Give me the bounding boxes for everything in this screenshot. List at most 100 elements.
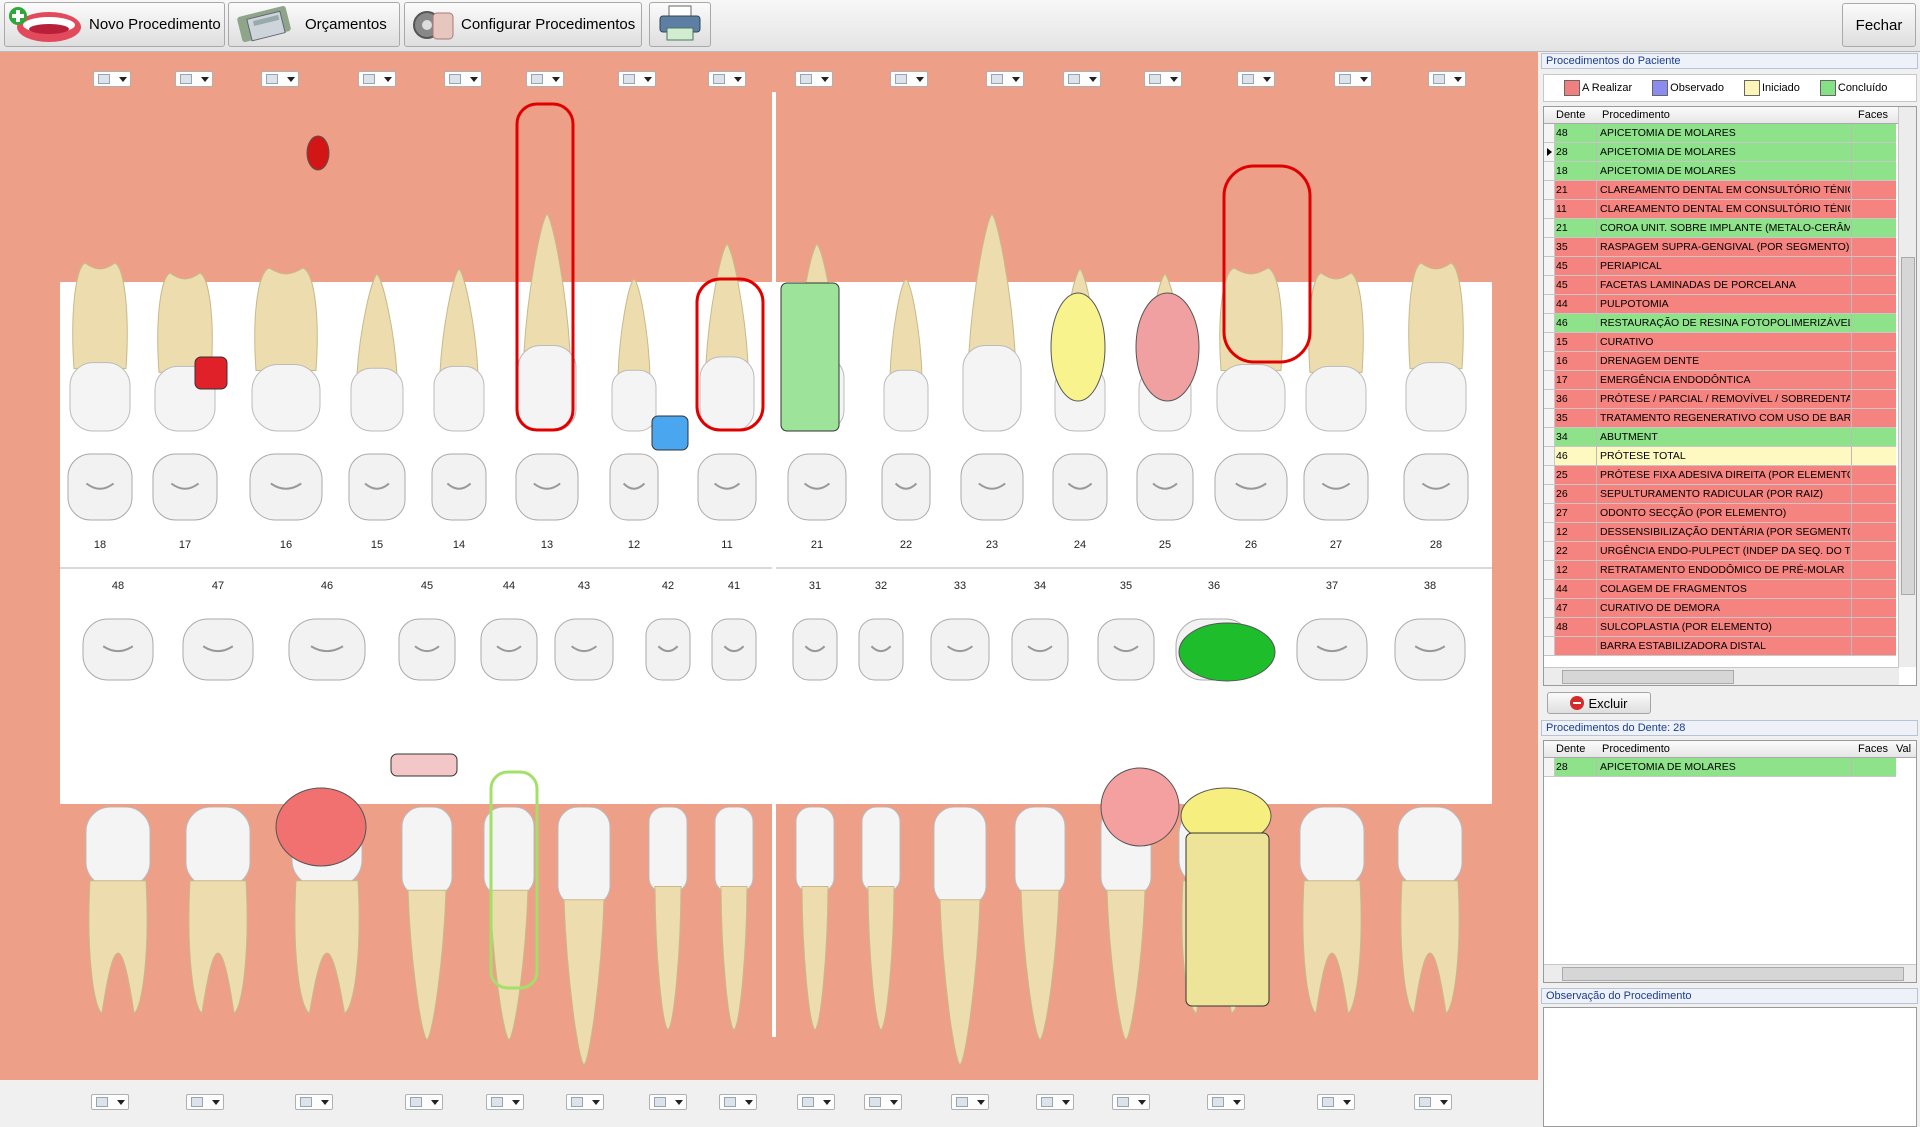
tooth-menu-dropdown[interactable] xyxy=(890,71,928,87)
tooth-menu-dropdown[interactable] xyxy=(795,71,833,87)
tooth-occlusal[interactable] xyxy=(608,452,660,522)
configure-procedures-button[interactable]: Configurar Procedimentos xyxy=(404,2,642,47)
col-faces[interactable]: Faces xyxy=(1858,743,1888,755)
col-faces[interactable]: Faces xyxy=(1858,109,1888,121)
tooth[interactable] xyxy=(65,257,135,437)
table-row[interactable]: 18 APICETOMIA DE MOLARES xyxy=(1544,162,1896,181)
col-value[interactable]: Val xyxy=(1896,743,1911,755)
tooth-menu-dropdown[interactable] xyxy=(486,1094,524,1110)
tooth-menu-dropdown[interactable] xyxy=(951,1094,989,1110)
col-procedure[interactable]: Procedimento xyxy=(1602,743,1670,755)
table-row[interactable]: 36 PRÓTESE / PARCIAL / REMOVÍVEL / SOBRED… xyxy=(1544,390,1896,409)
horizontal-scrollbar[interactable] xyxy=(1544,667,1899,685)
tooth[interactable] xyxy=(879,277,933,437)
tooth-menu-dropdown[interactable] xyxy=(175,71,213,87)
tooth-menu-dropdown[interactable] xyxy=(1112,1094,1150,1110)
tooth-menu-dropdown[interactable] xyxy=(618,71,656,87)
tooth[interactable] xyxy=(710,807,758,1032)
table-row[interactable]: 28 APICETOMIA DE MOLARES xyxy=(1544,758,1896,777)
close-button[interactable]: Fechar xyxy=(1842,3,1916,47)
table-row[interactable]: 35 TRATAMENTO REGENERATIVO COM USO DE BAR… xyxy=(1544,409,1896,428)
tooth-menu-dropdown[interactable] xyxy=(93,71,131,87)
tooth[interactable] xyxy=(553,807,615,1067)
vertical-scrollbar[interactable] xyxy=(1898,107,1916,667)
table-row[interactable]: 11 CLAREAMENTO DENTAL EM CONSULTÓRIO TÉNI… xyxy=(1544,200,1896,219)
tooth-menu-dropdown[interactable] xyxy=(1428,71,1466,87)
tooth-occlusal[interactable] xyxy=(1302,452,1370,522)
tooth-menu-dropdown[interactable] xyxy=(1237,71,1275,87)
tooth[interactable] xyxy=(958,212,1026,437)
tooth-occlusal[interactable] xyxy=(880,452,932,522)
tooth-occlusal[interactable] xyxy=(1295,617,1369,682)
tooth-menu-dropdown[interactable] xyxy=(1063,71,1101,87)
tooth-menu-dropdown[interactable] xyxy=(358,71,396,87)
table-row[interactable]: 22 URGÊNCIA ENDO-PULPECT (INDEP DA SEQ. D… xyxy=(1544,542,1896,561)
tooth-menu-dropdown[interactable] xyxy=(186,1094,224,1110)
tooth-occlusal[interactable] xyxy=(514,452,580,522)
horizontal-scrollbar[interactable] xyxy=(1544,964,1916,982)
tooth-menu-dropdown[interactable] xyxy=(986,71,1024,87)
tooth[interactable] xyxy=(1295,807,1369,1017)
patient-procedures-grid[interactable]: Dente Procedimento Faces 48 APICETOMIA DE… xyxy=(1543,106,1917,686)
col-tooth[interactable]: Dente xyxy=(1556,743,1585,755)
table-row[interactable]: 28 APICETOMIA DE MOLARES xyxy=(1544,143,1896,162)
tooth-menu-dropdown[interactable] xyxy=(405,1094,443,1110)
tooth-menu-dropdown[interactable] xyxy=(1334,71,1372,87)
col-procedure[interactable]: Procedimento xyxy=(1602,109,1670,121)
table-row[interactable]: 48 APICETOMIA DE MOLARES xyxy=(1544,124,1896,143)
tooth-menu-dropdown[interactable] xyxy=(797,1094,835,1110)
observation-textarea[interactable] xyxy=(1543,1007,1917,1127)
tooth-menu-dropdown[interactable] xyxy=(1414,1094,1452,1110)
tooth[interactable] xyxy=(644,807,692,1032)
tooth-occlusal[interactable] xyxy=(1051,452,1109,522)
tooth-occlusal[interactable] xyxy=(1213,452,1289,522)
print-button[interactable] xyxy=(649,2,711,47)
tooth-occlusal[interactable] xyxy=(1096,617,1156,682)
table-row[interactable]: 47 CURATIVO DE DEMORA xyxy=(1544,599,1896,618)
tooth[interactable] xyxy=(1401,257,1471,437)
table-row[interactable]: 21 CLAREAMENTO DENTAL EM CONSULTÓRIO TÉNI… xyxy=(1544,181,1896,200)
tooth-occlusal[interactable] xyxy=(1393,617,1467,682)
tooth[interactable] xyxy=(429,267,489,437)
table-row[interactable]: 44 PULPOTOMIA xyxy=(1544,295,1896,314)
new-procedure-button[interactable]: Novo Procedimento xyxy=(4,2,225,47)
tooth-occlusal[interactable] xyxy=(791,617,839,682)
tooth[interactable] xyxy=(150,267,220,437)
tooth[interactable] xyxy=(857,807,905,1032)
tooth-occlusal[interactable] xyxy=(929,617,991,682)
tooth-occlusal[interactable] xyxy=(710,617,758,682)
tooth[interactable] xyxy=(397,807,457,1042)
tooth-occlusal[interactable] xyxy=(151,452,219,522)
tooth-occlusal[interactable] xyxy=(696,452,758,522)
tooth-occlusal[interactable] xyxy=(1135,452,1195,522)
tooth-occlusal[interactable] xyxy=(430,452,488,522)
hscroll-thumb[interactable] xyxy=(1562,670,1734,684)
tooth[interactable] xyxy=(346,272,408,437)
tooth-menu-dropdown[interactable] xyxy=(649,1094,687,1110)
table-row[interactable]: 12 RETRATAMENTO ENDODÔMICO DE PRÉ-MOLAR xyxy=(1544,561,1896,580)
table-row[interactable]: 15 CURATIVO xyxy=(1544,333,1896,352)
tooth-menu-dropdown[interactable] xyxy=(1207,1094,1245,1110)
tooth[interactable] xyxy=(607,277,661,437)
tooth-occlusal[interactable] xyxy=(1402,452,1470,522)
tooth-occlusal[interactable] xyxy=(81,617,155,682)
tooth-menu-dropdown[interactable] xyxy=(91,1094,129,1110)
table-row[interactable]: 45 FACETAS LAMINADAS DE PORCELANA xyxy=(1544,276,1896,295)
table-row[interactable]: 35 RASPAGEM SUPRA-GENGIVAL (POR SEGMENTO) xyxy=(1544,238,1896,257)
col-tooth[interactable]: Dente xyxy=(1556,109,1585,121)
table-row[interactable]: 25 PRÓTESE FIXA ADESIVA DIREITA (POR ELEM… xyxy=(1544,466,1896,485)
delete-button[interactable]: Excluir xyxy=(1547,692,1651,714)
tooth[interactable] xyxy=(1010,807,1070,1042)
tooth-occlusal[interactable] xyxy=(857,617,905,682)
tooth-occlusal[interactable] xyxy=(786,452,848,522)
table-row[interactable]: 46 PRÓTESE TOTAL xyxy=(1544,447,1896,466)
scroll-thumb[interactable] xyxy=(1901,257,1915,595)
tooth-menu-dropdown[interactable] xyxy=(566,1094,604,1110)
tooth[interactable] xyxy=(247,262,325,437)
table-row[interactable]: 27 ODONTO SECÇÃO (POR ELEMENTO) xyxy=(1544,504,1896,523)
tooth-occlusal[interactable] xyxy=(644,617,692,682)
tooth-occlusal[interactable] xyxy=(181,617,255,682)
tooth[interactable] xyxy=(81,807,155,1017)
tooth-menu-dropdown[interactable] xyxy=(719,1094,757,1110)
table-row[interactable]: 45 PERIAPICAL xyxy=(1544,257,1896,276)
